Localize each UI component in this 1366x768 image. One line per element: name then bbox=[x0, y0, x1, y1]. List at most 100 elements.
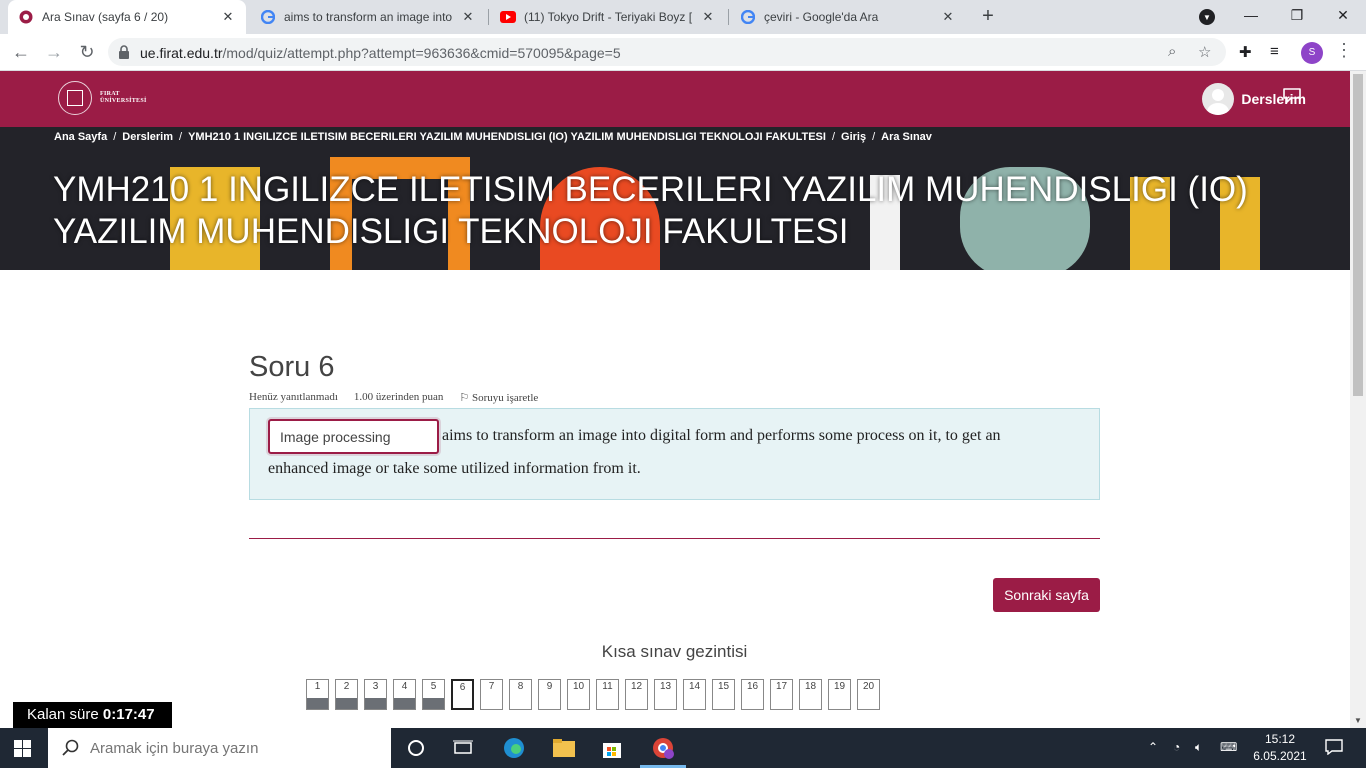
quiz-nav-button-17[interactable]: 17 bbox=[770, 679, 793, 710]
tab-separator bbox=[488, 9, 489, 25]
quiz-nav-button-20[interactable]: 20 bbox=[857, 679, 880, 710]
tab-title: aims to transform an image into bbox=[284, 10, 453, 24]
forward-arrow-icon[interactable]: → bbox=[42, 41, 66, 63]
tab-youtube[interactable]: (11) Tokyo Drift - Teriyaki Boyz [ M ✕ bbox=[490, 0, 726, 34]
edge-icon[interactable] bbox=[502, 736, 526, 760]
user-avatar[interactable] bbox=[1202, 83, 1235, 115]
quiz-nav-button-12[interactable]: 12 bbox=[625, 679, 648, 710]
chrome-icon[interactable] bbox=[651, 736, 675, 760]
tab-title: (11) Tokyo Drift - Teriyaki Boyz [ M bbox=[524, 10, 694, 24]
next-page-button[interactable]: Sonraki sayfa bbox=[993, 578, 1100, 612]
quiz-nav-button-9[interactable]: 9 bbox=[538, 679, 561, 710]
extensions-puzzle-icon[interactable]: ✚ bbox=[1239, 43, 1252, 61]
quiz-nav-button-7[interactable]: 7 bbox=[480, 679, 503, 710]
quiz-nav-button-4[interactable]: 4 bbox=[393, 679, 416, 710]
zoom-search-icon[interactable]: ⌕ bbox=[1168, 43, 1176, 60]
page-scrollbar[interactable]: ▲ ▼ bbox=[1350, 71, 1366, 728]
breadcrumb-link[interactable]: YMH210 1 INGILIZCE ILETISIM BECERILERI Y… bbox=[188, 131, 826, 143]
breadcrumb: Ana Sayfa / Derslerim / YMH210 1 INGILIZCE… bbox=[54, 131, 932, 143]
window-controls: — ❐ ✕ bbox=[1228, 0, 1366, 34]
flag-question-link[interactable]: ⚐ Soruyu işaretle bbox=[459, 391, 538, 404]
breadcrumb-link[interactable]: Giriş bbox=[841, 131, 866, 143]
course-title: YMH210 1 INGILIZCE ILETISIM BECERILERI Y… bbox=[53, 170, 1248, 251]
question-points: 1.00 üzerinden puan bbox=[353, 391, 444, 403]
close-tab-icon[interactable]: ✕ bbox=[220, 9, 236, 25]
logo-text: ÜNİVERSİTESİ bbox=[100, 98, 147, 104]
volume-icon[interactable]: 🔈︎ bbox=[1195, 740, 1202, 755]
restore-icon[interactable]: ❐ bbox=[1274, 0, 1320, 30]
google-icon bbox=[260, 9, 276, 25]
tab-quiz[interactable]: Ara Sınav (sayfa 6 / 20) ✕ bbox=[8, 0, 246, 34]
quiz-nav-button-8[interactable]: 8 bbox=[509, 679, 532, 710]
taskbar-clock[interactable]: 15:12 6.05.2021 bbox=[1252, 731, 1308, 765]
quiz-navigation-buttons: 1 2 3 4 5 6 7 8 9 10 11 12 13 14 15 16 17 18 19 20 bbox=[306, 679, 880, 710]
close-tab-icon[interactable]: ✕ bbox=[940, 9, 956, 25]
timer-value: 0:17:47 bbox=[102, 706, 155, 723]
quiz-nav-button-1[interactable]: 1 bbox=[306, 679, 329, 710]
taskbar-search-input[interactable] bbox=[90, 739, 370, 757]
quiz-nav-button-18[interactable]: 18 bbox=[799, 679, 822, 710]
media-control-icon[interactable]: ≡ bbox=[1270, 43, 1279, 60]
site-navbar: FIRAT ÜNİVERSİTESİ Derslerim bbox=[0, 71, 1350, 127]
close-tab-icon[interactable]: ✕ bbox=[700, 9, 716, 25]
tab-search-chevron-icon[interactable]: ▼ bbox=[1199, 9, 1215, 25]
browser-toolbar: ← → ↻ ue.firat.edu.tr/mod/quiz/attempt.p… bbox=[0, 34, 1366, 71]
quiz-nav-button-5[interactable]: 5 bbox=[422, 679, 445, 710]
bookmark-star-icon[interactable]: ☆ bbox=[1198, 43, 1211, 61]
logo-text: FIRAT bbox=[100, 91, 120, 97]
minimize-icon[interactable]: — bbox=[1228, 0, 1274, 30]
new-tab-plus-icon[interactable]: + bbox=[978, 6, 998, 26]
quiz-nav-button-11[interactable]: 11 bbox=[596, 679, 619, 710]
clock-time: 15:12 bbox=[1264, 732, 1296, 746]
quiz-nav-button-16[interactable]: 16 bbox=[741, 679, 764, 710]
scroll-down-icon[interactable]: ▼ bbox=[1354, 716, 1362, 725]
quiz-nav-button-10[interactable]: 10 bbox=[567, 679, 590, 710]
quiz-nav-button-2[interactable]: 2 bbox=[335, 679, 358, 710]
tab-separator bbox=[728, 9, 729, 25]
reload-icon[interactable]: ↻ bbox=[75, 41, 99, 63]
quiz-navigation-title: Kısa sınav gezintisi bbox=[601, 642, 748, 661]
chrome-menu-icon[interactable]: ⋮ bbox=[1335, 40, 1353, 61]
profile-avatar[interactable]: S bbox=[1301, 42, 1323, 64]
quiz-nav-button-15[interactable]: 15 bbox=[712, 679, 735, 710]
scrollbar-thumb[interactable] bbox=[1353, 74, 1363, 396]
url-path: /mod/quiz/attempt.php?attempt=963636&cmi… bbox=[222, 45, 621, 61]
quiz-nav-button-19[interactable]: 19 bbox=[828, 679, 851, 710]
quiz-nav-button-3[interactable]: 3 bbox=[364, 679, 387, 710]
breadcrumb-link[interactable]: Ara Sınav bbox=[881, 131, 932, 143]
quiz-nav-button-14[interactable]: 14 bbox=[683, 679, 706, 710]
search-icon bbox=[62, 739, 79, 756]
quiz-nav-button-13[interactable]: 13 bbox=[654, 679, 677, 710]
firat-university-logo[interactable]: FIRAT ÜNİVERSİTESİ bbox=[58, 81, 147, 115]
url-host: ue.firat.edu.tr bbox=[140, 45, 223, 61]
tab-google-search[interactable]: aims to transform an image into ✕ bbox=[250, 0, 486, 34]
address-bar[interactable]: ue.firat.edu.tr/mod/quiz/attempt.php?att… bbox=[108, 38, 1226, 66]
windows-taskbar: ⌃ ◔ 🔈︎ ⌨ 15:12 6.05.2021 bbox=[0, 728, 1366, 768]
window-close-icon[interactable]: ✕ bbox=[1320, 0, 1366, 30]
breadcrumb-link[interactable]: Derslerim bbox=[122, 131, 173, 143]
quiz-nav-button-6[interactable]: 6 bbox=[451, 679, 474, 710]
messages-icon[interactable] bbox=[1282, 87, 1302, 103]
answer-input[interactable] bbox=[268, 419, 439, 454]
windows-start-icon[interactable] bbox=[14, 740, 31, 757]
microsoft-store-icon[interactable] bbox=[600, 736, 624, 760]
network-wifi-icon[interactable]: ◔ bbox=[1173, 740, 1180, 754]
file-explorer-icon[interactable] bbox=[552, 736, 576, 760]
close-tab-icon[interactable]: ✕ bbox=[460, 9, 476, 25]
taskbar-search[interactable] bbox=[48, 728, 391, 768]
keyboard-icon[interactable]: ⌨ bbox=[1220, 740, 1237, 754]
question-text: aims to transform an image into digital … bbox=[442, 427, 1001, 444]
tray-chevron-up-icon[interactable]: ⌃ bbox=[1148, 740, 1158, 754]
breadcrumb-link[interactable]: Ana Sayfa bbox=[54, 131, 107, 143]
cortana-icon[interactable] bbox=[404, 736, 428, 760]
back-arrow-icon[interactable]: ← bbox=[9, 41, 33, 63]
notification-center-icon[interactable] bbox=[1325, 739, 1343, 755]
timer-label: Kalan süre bbox=[27, 706, 99, 723]
flag-icon: ⚐ bbox=[459, 392, 470, 404]
question-status: Henüz yanıtlanmadı bbox=[249, 391, 338, 403]
divider bbox=[249, 538, 1100, 539]
question-info: Henüz yanıtlanmadı 1.00 üzerinden puan ⚐… bbox=[249, 391, 538, 404]
task-view-icon[interactable] bbox=[451, 736, 475, 760]
question-heading: Soru 6 bbox=[249, 351, 335, 383]
tab-google-ceviri[interactable]: çeviri - Google'da Ara ✕ bbox=[730, 0, 966, 34]
